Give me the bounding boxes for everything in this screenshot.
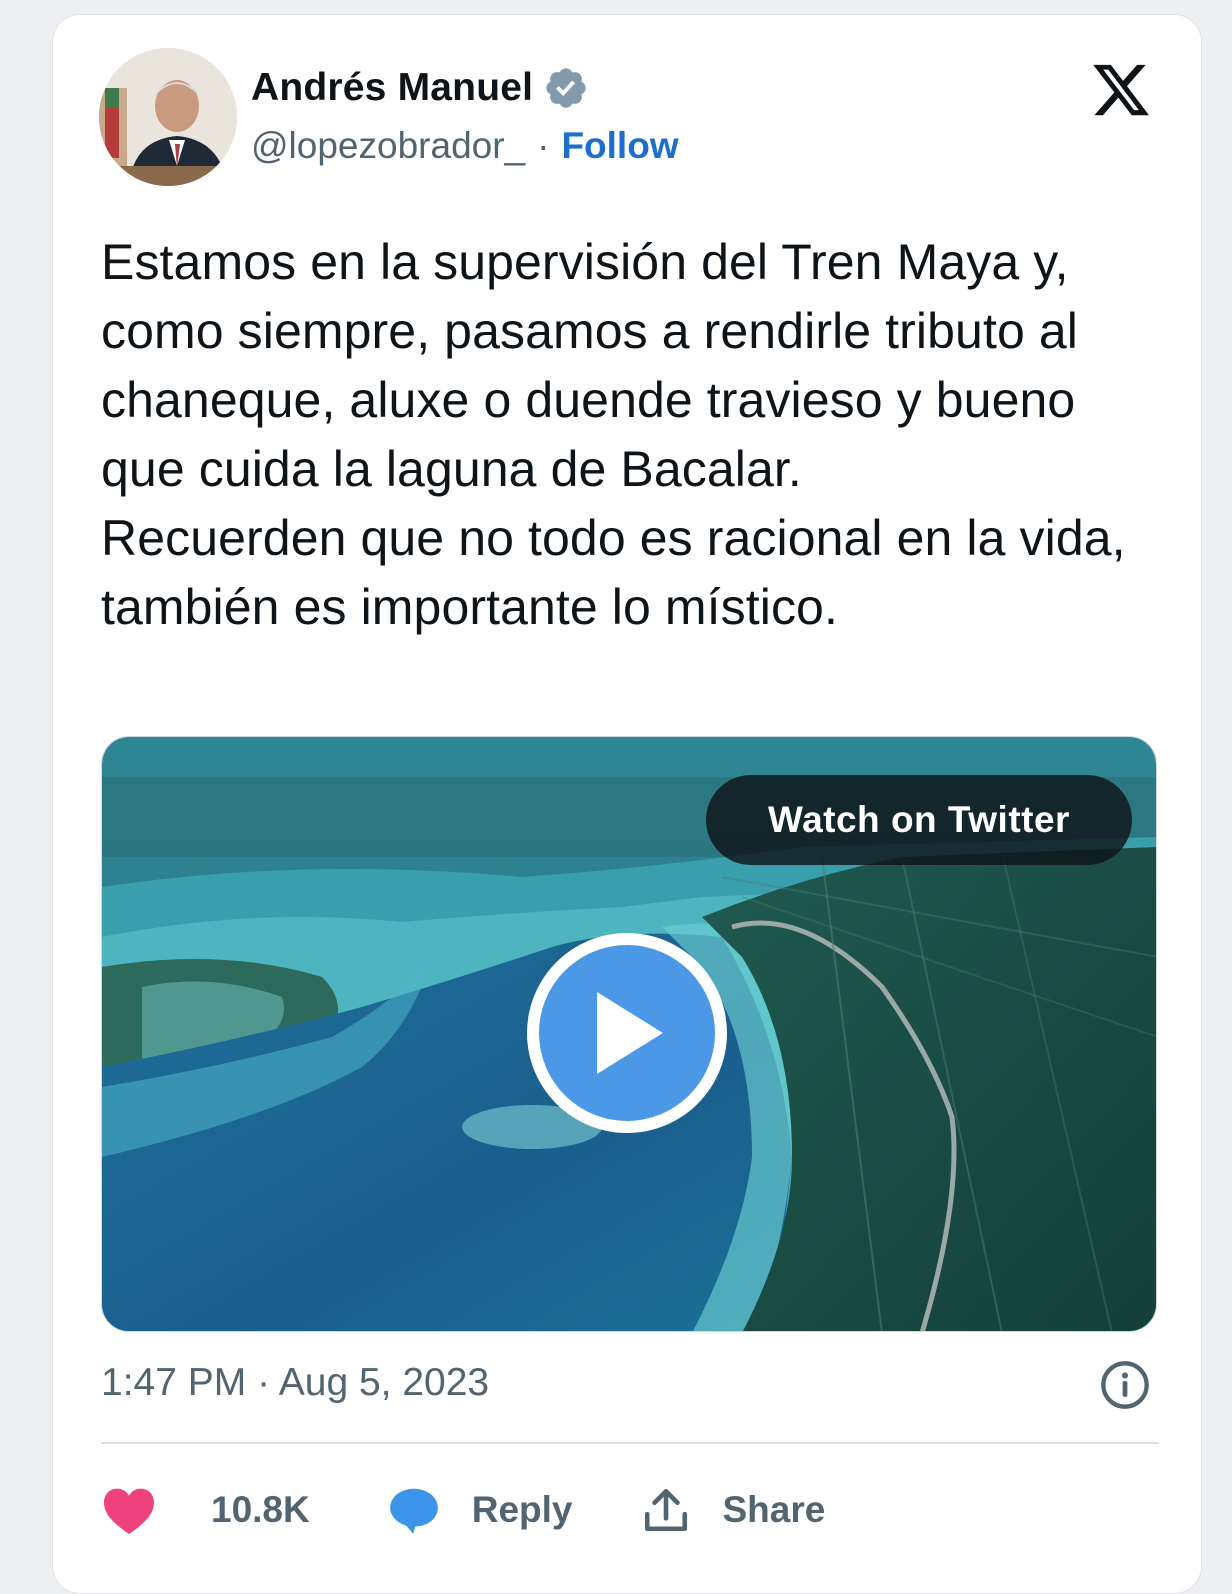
author-name[interactable]: Andrés Manuel [251, 66, 533, 110]
info-icon[interactable] [1099, 1359, 1151, 1411]
like-count: 10.8K [211, 1489, 310, 1530]
reply-button[interactable]: Reply [386, 1484, 573, 1536]
avatar[interactable] [99, 48, 237, 186]
reply-bubble-icon [389, 1488, 438, 1534]
play-button[interactable] [527, 933, 727, 1133]
tweet-text: Estamos en la supervisión del Tren Maya … [101, 228, 1171, 642]
share-label: Share [722, 1489, 826, 1530]
tweet-paragraph: Recuerden que no todo es racional en la … [101, 510, 1126, 635]
video-player[interactable]: Watch on Twitter [101, 736, 1157, 1332]
divider [101, 1442, 1159, 1444]
tweet-paragraph: Estamos en la supervisión del Tren Maya … [101, 234, 1078, 497]
author-handle-row: @lopezobrador_ · Follow [251, 125, 679, 167]
avatar-photo [99, 48, 237, 186]
verified-badge-icon [546, 68, 586, 108]
author-handle[interactable]: @lopezobrador_ [251, 125, 525, 167]
share-button[interactable]: Share [641, 1485, 826, 1535]
timestamp[interactable]: 1:47 PM · Aug 5, 2023 [101, 1361, 489, 1405]
play-icon [597, 992, 663, 1074]
tweet-card: Andrés Manuel @lopezobrador_ · Follow Es… [52, 14, 1202, 1594]
reply-label: Reply [471, 1489, 573, 1530]
x-logo-icon[interactable] [1089, 59, 1153, 121]
separator-dot: · [537, 125, 550, 166]
share-upload-icon [644, 1488, 687, 1532]
like-button[interactable]: 10.8K [101, 1485, 310, 1535]
heart-icon [104, 1488, 154, 1535]
author-name-row: Andrés Manuel [251, 65, 589, 111]
watch-on-twitter-button[interactable]: Watch on Twitter [706, 775, 1132, 865]
follow-button[interactable]: Follow [561, 125, 678, 167]
action-bar: 10.8K Reply Share [101, 1475, 825, 1545]
